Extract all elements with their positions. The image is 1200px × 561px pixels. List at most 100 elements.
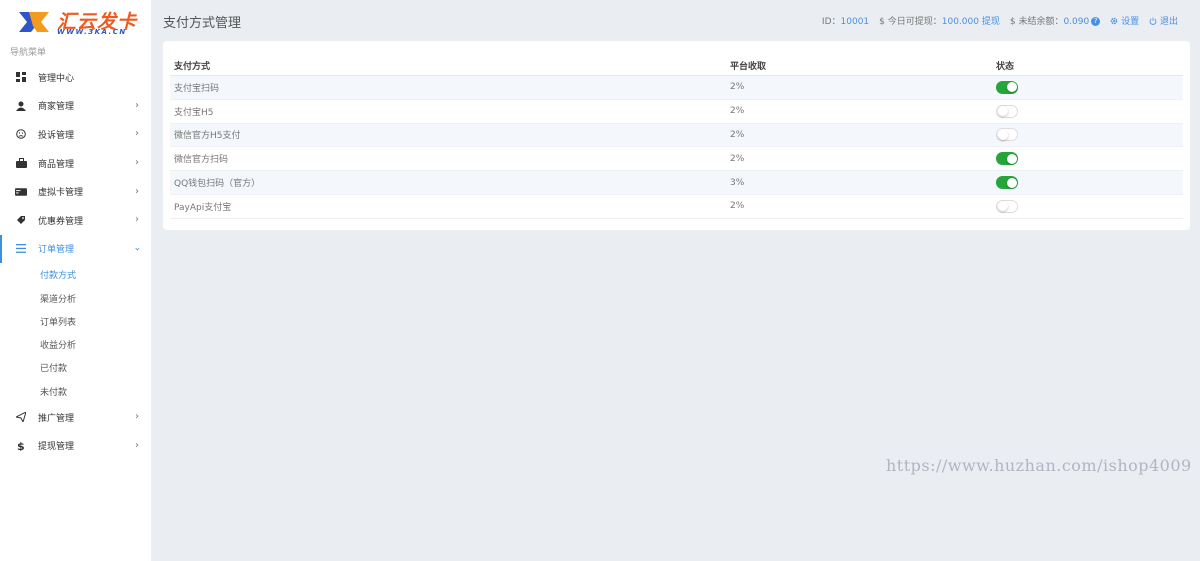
table-row: 微信官方H5支付 2% <box>170 123 1183 148</box>
sidebar-item-label: 订单管理 <box>38 245 75 256</box>
toggle-knob <box>1006 177 1017 188</box>
user-icon <box>15 100 27 112</box>
dashboard-icon <box>15 71 27 83</box>
sidebar-item-8[interactable]: $ 提现管理 › <box>0 432 151 461</box>
chevron-right-icon: › <box>135 185 139 197</box>
toggle-knob <box>997 129 1008 140</box>
power-icon <box>1149 17 1157 25</box>
submenu-item[interactable]: 渠道分析 <box>0 286 151 309</box>
payment-method-name: 支付宝H5 <box>174 107 214 118</box>
table-row: 支付宝扫码 2% <box>170 76 1183 100</box>
settings-link[interactable]: 设置 <box>1110 14 1139 27</box>
chevron-right-icon: › <box>135 157 139 169</box>
status-cell <box>996 104 1183 118</box>
sidebar-item-label: 管理中心 <box>38 73 75 84</box>
platform-fee: 2% <box>730 82 745 93</box>
sidebar-item-label: 商品管理 <box>38 159 75 170</box>
sidebar-item-3[interactable]: 商品管理 › <box>0 149 151 178</box>
sidebar: 汇云发卡 WWW.3KA.CN 导航菜单 管理中心商家管理 › 投诉管理 › 商品管理 ›… <box>0 0 151 561</box>
submenu: 付款方式 渠道分析 订单列表 收益分析 已付款 未付款 <box>0 263 151 403</box>
topbar: ID：10001 $ 今日可提现：100.000 提现 $ 未结余额：0.090… <box>812 14 1178 27</box>
table-row: 微信官方扫码 2% <box>170 147 1183 172</box>
chevron-right-icon: › <box>135 99 139 111</box>
payment-method-name: PayApi支付宝 <box>174 202 232 213</box>
sidebar-item-label: 投诉管理 <box>38 130 75 141</box>
submenu-item[interactable]: 收益分析 <box>0 333 151 356</box>
sidebar-item-6[interactable]: 订单管理 › <box>0 234 151 264</box>
chevron-right-icon: › <box>135 439 139 451</box>
status-cell <box>996 152 1183 166</box>
status-toggle[interactable] <box>996 152 1018 166</box>
card-icon <box>15 186 27 198</box>
sidebar-item-4[interactable]: 虚拟卡管理 › <box>0 177 151 206</box>
status-toggle[interactable] <box>996 104 1018 118</box>
withdraw-link[interactable]: 提现 <box>982 17 1000 27</box>
table-header: 支付方式 平台收取 状态 <box>170 55 1183 76</box>
payment-method-name: QQ钱包扫码（官方） <box>174 179 261 190</box>
chevron-right-icon: › <box>135 411 139 423</box>
logo-mark-icon <box>19 12 49 32</box>
tag-icon <box>15 214 27 226</box>
chevron-right-icon: › <box>135 128 139 140</box>
sidebar-item-label: 提现管理 <box>38 442 75 453</box>
platform-fee: 2% <box>730 201 745 212</box>
toggle-knob <box>1006 82 1017 93</box>
status-toggle[interactable] <box>996 80 1018 94</box>
payment-method-name: 微信官方H5支付 <box>174 131 241 142</box>
sidebar-item-label: 虚拟卡管理 <box>38 188 84 199</box>
payment-methods-card: 支付方式 平台收取 状态 支付宝扫码 2% 支付宝H5 2% 微信官方H5支付 2% 微信官… <box>163 41 1190 230</box>
column-header-method: 支付方式 <box>174 61 211 72</box>
toggle-knob <box>997 106 1008 117</box>
submenu-item[interactable]: 未付款 <box>0 380 151 403</box>
platform-fee: 2% <box>730 153 745 164</box>
payment-method-name: 支付宝扫码 <box>174 83 220 94</box>
sidebar-item-label: 推广管理 <box>38 413 75 424</box>
merchant-id: ID：10001 <box>821 17 870 27</box>
logo-url: WWW.3KA.CN <box>57 28 127 36</box>
frown-icon <box>15 128 27 140</box>
platform-fee: 2% <box>730 106 745 117</box>
chevron-right-icon: › <box>135 214 139 226</box>
logout-link[interactable]: 退出 <box>1149 14 1178 27</box>
sidebar-nav: 管理中心商家管理 › 投诉管理 › 商品管理 › 虚拟卡管理 › 优惠券管理 › 订单管理 › 付款方式… <box>0 63 151 460</box>
toggle-knob <box>1006 153 1017 164</box>
sidebar-item-label: 优惠券管理 <box>38 216 84 227</box>
sidebar-item-1[interactable]: 商家管理 › <box>0 92 151 121</box>
status-toggle[interactable] <box>996 199 1018 213</box>
table-row: 支付宝H5 2% <box>170 100 1183 124</box>
watermark: https://www.huzhan.com/ishop4009 <box>886 456 1192 475</box>
status-cell <box>996 176 1183 190</box>
platform-fee: 2% <box>730 129 745 140</box>
gear-icon <box>1110 17 1118 25</box>
sidebar-item-5[interactable]: 优惠券管理 › <box>0 206 151 235</box>
status-toggle[interactable] <box>996 128 1018 142</box>
toggle-knob <box>997 201 1008 212</box>
platform-fee: 3% <box>730 177 745 188</box>
page-title: 支付方式管理 <box>163 16 242 31</box>
status-cell <box>996 128 1183 142</box>
table-row: PayApi支付宝 2% <box>170 195 1183 219</box>
withdrawable-today: $ 今日可提现：100.000 提现 <box>879 17 1000 27</box>
logo[interactable]: 汇云发卡 WWW.3KA.CN <box>17 10 137 36</box>
table-row: QQ钱包扫码（官方） 3% <box>170 171 1183 195</box>
sidebar-item-7[interactable]: 推广管理 › <box>0 403 151 432</box>
nav-heading: 导航菜单 <box>10 48 47 58</box>
sidebar-item-2[interactable]: 投诉管理 › <box>0 120 151 149</box>
submenu-item[interactable]: 已付款 <box>0 356 151 379</box>
help-icon[interactable]: ? <box>1091 17 1101 26</box>
submenu-item[interactable]: 付款方式 <box>0 263 151 286</box>
send-icon <box>15 411 27 423</box>
column-header-status: 状态 <box>996 61 1015 72</box>
unsettled-balance: $ 未结余额：0.090? <box>1010 14 1101 27</box>
submenu-item[interactable]: 订单列表 <box>0 310 151 333</box>
status-cell <box>996 199 1183 213</box>
dollar-icon: $ <box>15 440 27 452</box>
briefcase-icon <box>15 157 27 169</box>
payment-methods-table: 支付方式 平台收取 状态 支付宝扫码 2% 支付宝H5 2% 微信官方H5支付 2% 微信官… <box>170 55 1183 219</box>
sidebar-item-label: 商家管理 <box>38 102 75 113</box>
sidebar-item-0[interactable]: 管理中心 <box>0 63 151 92</box>
chevron-right-icon: › <box>131 246 143 251</box>
payment-method-name: 微信官方扫码 <box>174 155 229 166</box>
status-cell <box>996 80 1183 94</box>
status-toggle[interactable] <box>996 176 1018 190</box>
